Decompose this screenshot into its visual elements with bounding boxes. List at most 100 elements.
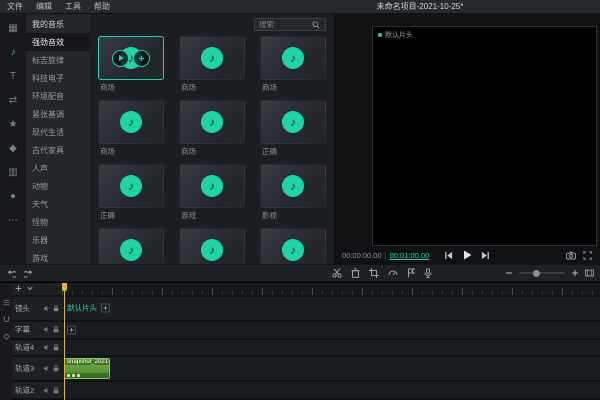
track-header[interactable]: 轨道2	[12, 382, 62, 398]
track-lane[interactable]	[62, 340, 600, 356]
audio-clip-thumbnail[interactable]: ♪	[179, 228, 245, 264]
audio-clip-item[interactable]: ♪ 一晃而过	[98, 228, 164, 264]
audio-panel-icon[interactable]: ♪	[5, 45, 21, 60]
track-header[interactable]: 轨道3	[12, 357, 62, 380]
audio-clip-item[interactable]: ♪ 游戏	[179, 164, 245, 224]
category-item[interactable]: 我的音乐	[26, 15, 90, 33]
fit-timeline-icon[interactable]	[585, 269, 594, 277]
zoom-knob[interactable]	[533, 270, 540, 277]
audio-clip-thumbnail[interactable]: ♪	[98, 228, 164, 264]
audio-clip-thumbnail[interactable]: ♪	[179, 164, 245, 208]
timeline-clip[interactable]: snapshot_2021-1	[64, 358, 110, 379]
intro-clip-label[interactable]: 默认片头	[67, 303, 110, 314]
zoom-out-icon[interactable]	[505, 269, 513, 277]
track-lane[interactable]: snapshot_2021-1	[62, 357, 600, 380]
category-item[interactable]: 游戏	[26, 249, 90, 264]
transition-panel-icon[interactable]: ⇄	[5, 93, 21, 108]
audio-clip-thumbnail[interactable]: ♪	[179, 100, 245, 144]
category-item[interactable]: 紧张基调	[26, 105, 90, 123]
audio-clip-item[interactable]: ♪ 商场	[98, 100, 164, 160]
previous-frame-icon[interactable]	[444, 251, 453, 260]
audio-clip-item[interactable]: ♪ 商场	[260, 36, 326, 96]
lock-track-icon[interactable]	[53, 305, 59, 312]
track-menu-chevron-icon[interactable]	[27, 286, 33, 291]
category-item[interactable]: 现代生活	[26, 123, 90, 141]
add-track-icon[interactable]	[15, 285, 22, 292]
menu-item[interactable]: 文件	[7, 1, 23, 12]
audio-clip-thumbnail[interactable]: ♪	[260, 164, 326, 208]
record-panel-icon[interactable]: ●	[5, 189, 21, 204]
audio-clip-item[interactable]: ♪ 正确	[260, 100, 326, 160]
audio-clip-item[interactable]: ♪ 触摸	[179, 228, 245, 264]
category-item[interactable]: 环境配音	[26, 87, 90, 105]
elements-panel-icon[interactable]: ◆	[5, 141, 21, 156]
add-intro-icon[interactable]	[101, 304, 110, 313]
snapshot-camera-icon[interactable]	[566, 251, 576, 260]
menu-item[interactable]: 工具	[65, 1, 81, 12]
lock-track-icon[interactable]	[53, 326, 59, 333]
category-item[interactable]: 强劲音效	[26, 33, 90, 51]
audio-clip-thumbnail[interactable]: ♪	[179, 36, 245, 80]
redo-icon[interactable]	[24, 269, 34, 278]
mute-track-icon[interactable]	[43, 387, 50, 394]
audio-clip-thumbnail[interactable]: ♪	[260, 228, 326, 264]
category-item[interactable]: 乐器	[26, 231, 90, 249]
audio-clip-item[interactable]: ♪ 影视	[260, 164, 326, 224]
category-item[interactable]: 人声	[26, 159, 90, 177]
split-icon[interactable]	[332, 268, 342, 278]
category-item[interactable]: 动物	[26, 177, 90, 195]
audio-clip-thumbnail[interactable]: ♪	[98, 36, 164, 80]
split-screen-panel-icon[interactable]: ▥	[5, 165, 21, 180]
audio-clip-item[interactable]: ♪ 商场	[179, 36, 245, 96]
search-input[interactable]	[259, 20, 309, 29]
track-lane[interactable]: 默认片头	[62, 297, 600, 320]
category-item[interactable]: 天气	[26, 195, 90, 213]
timeline-tracks-area[interactable]: 默认片头 snapshot_2021-1	[62, 283, 600, 400]
next-frame-icon[interactable]	[481, 251, 490, 260]
playhead[interactable]	[64, 283, 65, 400]
lock-track-icon[interactable]	[53, 365, 59, 372]
audio-clip-item[interactable]: ♪ 正确	[98, 164, 164, 224]
plus-icon[interactable]	[67, 325, 76, 334]
track-manager-icon[interactable]	[3, 299, 10, 306]
category-item[interactable]: 古代家具	[26, 141, 90, 159]
track-header[interactable]: 字幕	[12, 322, 62, 338]
audio-clip-thumbnail[interactable]: ♪	[260, 100, 326, 144]
fullscreen-icon[interactable]	[583, 251, 592, 260]
playhead-handle[interactable]	[62, 283, 67, 291]
audio-clip-thumbnail[interactable]: ♪	[98, 164, 164, 208]
delete-icon[interactable]	[351, 268, 360, 278]
record-voice-icon[interactable]	[424, 268, 432, 278]
track-header[interactable]: 轨道4	[12, 340, 62, 356]
audio-clip-item[interactable]: ♪ 商场	[179, 100, 245, 160]
play-icon[interactable]	[462, 250, 472, 260]
mute-track-icon[interactable]	[43, 326, 50, 333]
menu-item[interactable]: 帮助	[94, 1, 110, 12]
audio-clip-item[interactable]: ♪ 商场	[98, 36, 164, 96]
search-box[interactable]	[254, 18, 326, 31]
text-panel-icon[interactable]: T	[5, 69, 21, 84]
audio-clip-item[interactable]: ♪ 单击	[260, 228, 326, 264]
speed-icon[interactable]	[388, 268, 398, 278]
category-item[interactable]: 怪物	[26, 213, 90, 231]
duration-time[interactable]: 00:01:00.00	[390, 251, 430, 260]
marker-icon[interactable]	[407, 268, 415, 278]
menu-item[interactable]: 编辑	[36, 1, 52, 12]
track-header[interactable]: 镜头	[12, 297, 62, 320]
magnet-icon[interactable]	[3, 316, 10, 323]
media-panel-icon[interactable]: ▦	[5, 21, 21, 36]
effects-panel-icon[interactable]: ★	[5, 117, 21, 132]
mute-track-icon[interactable]	[43, 344, 50, 351]
lock-track-icon[interactable]	[53, 387, 59, 394]
track-lane[interactable]	[62, 322, 600, 338]
track-lane[interactable]	[62, 382, 600, 398]
mute-track-icon[interactable]	[43, 305, 50, 312]
play-preview-icon[interactable]	[112, 50, 129, 67]
crop-icon[interactable]	[369, 268, 379, 278]
add-to-timeline-icon[interactable]	[133, 50, 150, 67]
zoom-slider[interactable]	[519, 272, 565, 274]
zoom-in-icon[interactable]	[571, 269, 579, 277]
timeline-ruler[interactable]	[62, 283, 600, 295]
category-item[interactable]: 科技电子	[26, 69, 90, 87]
undo-icon[interactable]	[6, 269, 16, 278]
